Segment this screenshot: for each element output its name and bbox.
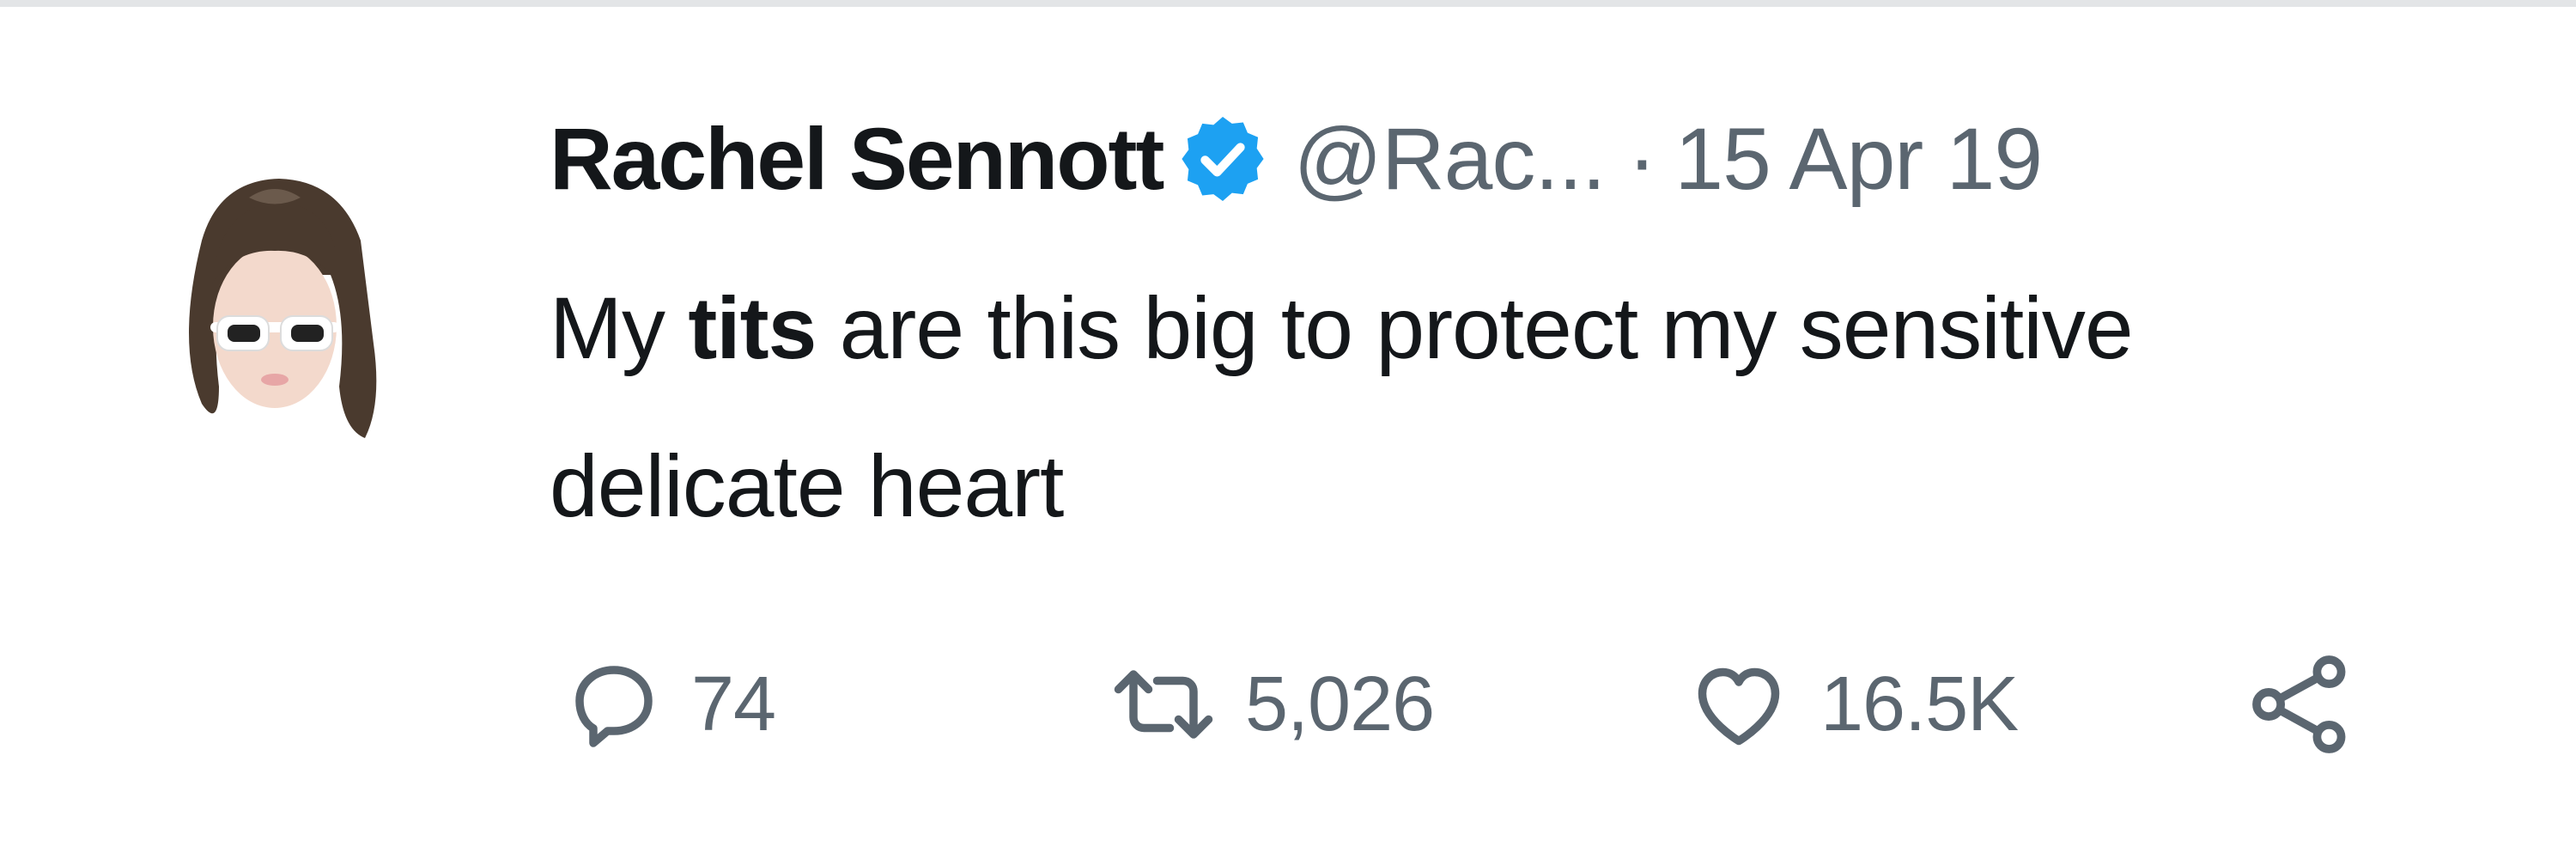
heart-icon (1683, 653, 1795, 756)
reply-button[interactable]: 74 (562, 640, 776, 769)
reply-count: 74 (691, 661, 776, 747)
share-icon (2245, 649, 2357, 760)
like-button[interactable]: 16.5K (1683, 640, 2019, 769)
retweet-icon (1108, 653, 1219, 756)
tweet-actions-bar: 74 5,026 16.5K (550, 640, 2524, 769)
tweet-text-prefix: My (550, 279, 689, 377)
header-separator: · (1627, 109, 1656, 208)
retweet-button[interactable]: 5,026 (1108, 640, 1435, 769)
profile-avatar-image (189, 179, 377, 438)
author-display-name[interactable]: Rachel Sennott (550, 109, 1164, 210)
avatar[interactable] (167, 172, 386, 447)
author-handle[interactable]: @Rac... (1293, 109, 1606, 210)
top-divider (0, 0, 2576, 7)
reply-icon (562, 653, 665, 756)
like-count: 16.5K (1820, 661, 2019, 747)
tweet-timestamp[interactable]: 15 Apr 19 (1674, 109, 2043, 210)
verified-badge-icon (1175, 111, 1271, 207)
tweet-text: My tits are this big to protect my sensi… (550, 249, 2439, 565)
tweet-text-bold: tits (688, 279, 817, 377)
retweet-count: 5,026 (1245, 661, 1435, 747)
tweet-header: Rachel Sennott @Rac... · 15 Apr 19 (550, 103, 2043, 215)
share-button[interactable] (2245, 640, 2357, 769)
